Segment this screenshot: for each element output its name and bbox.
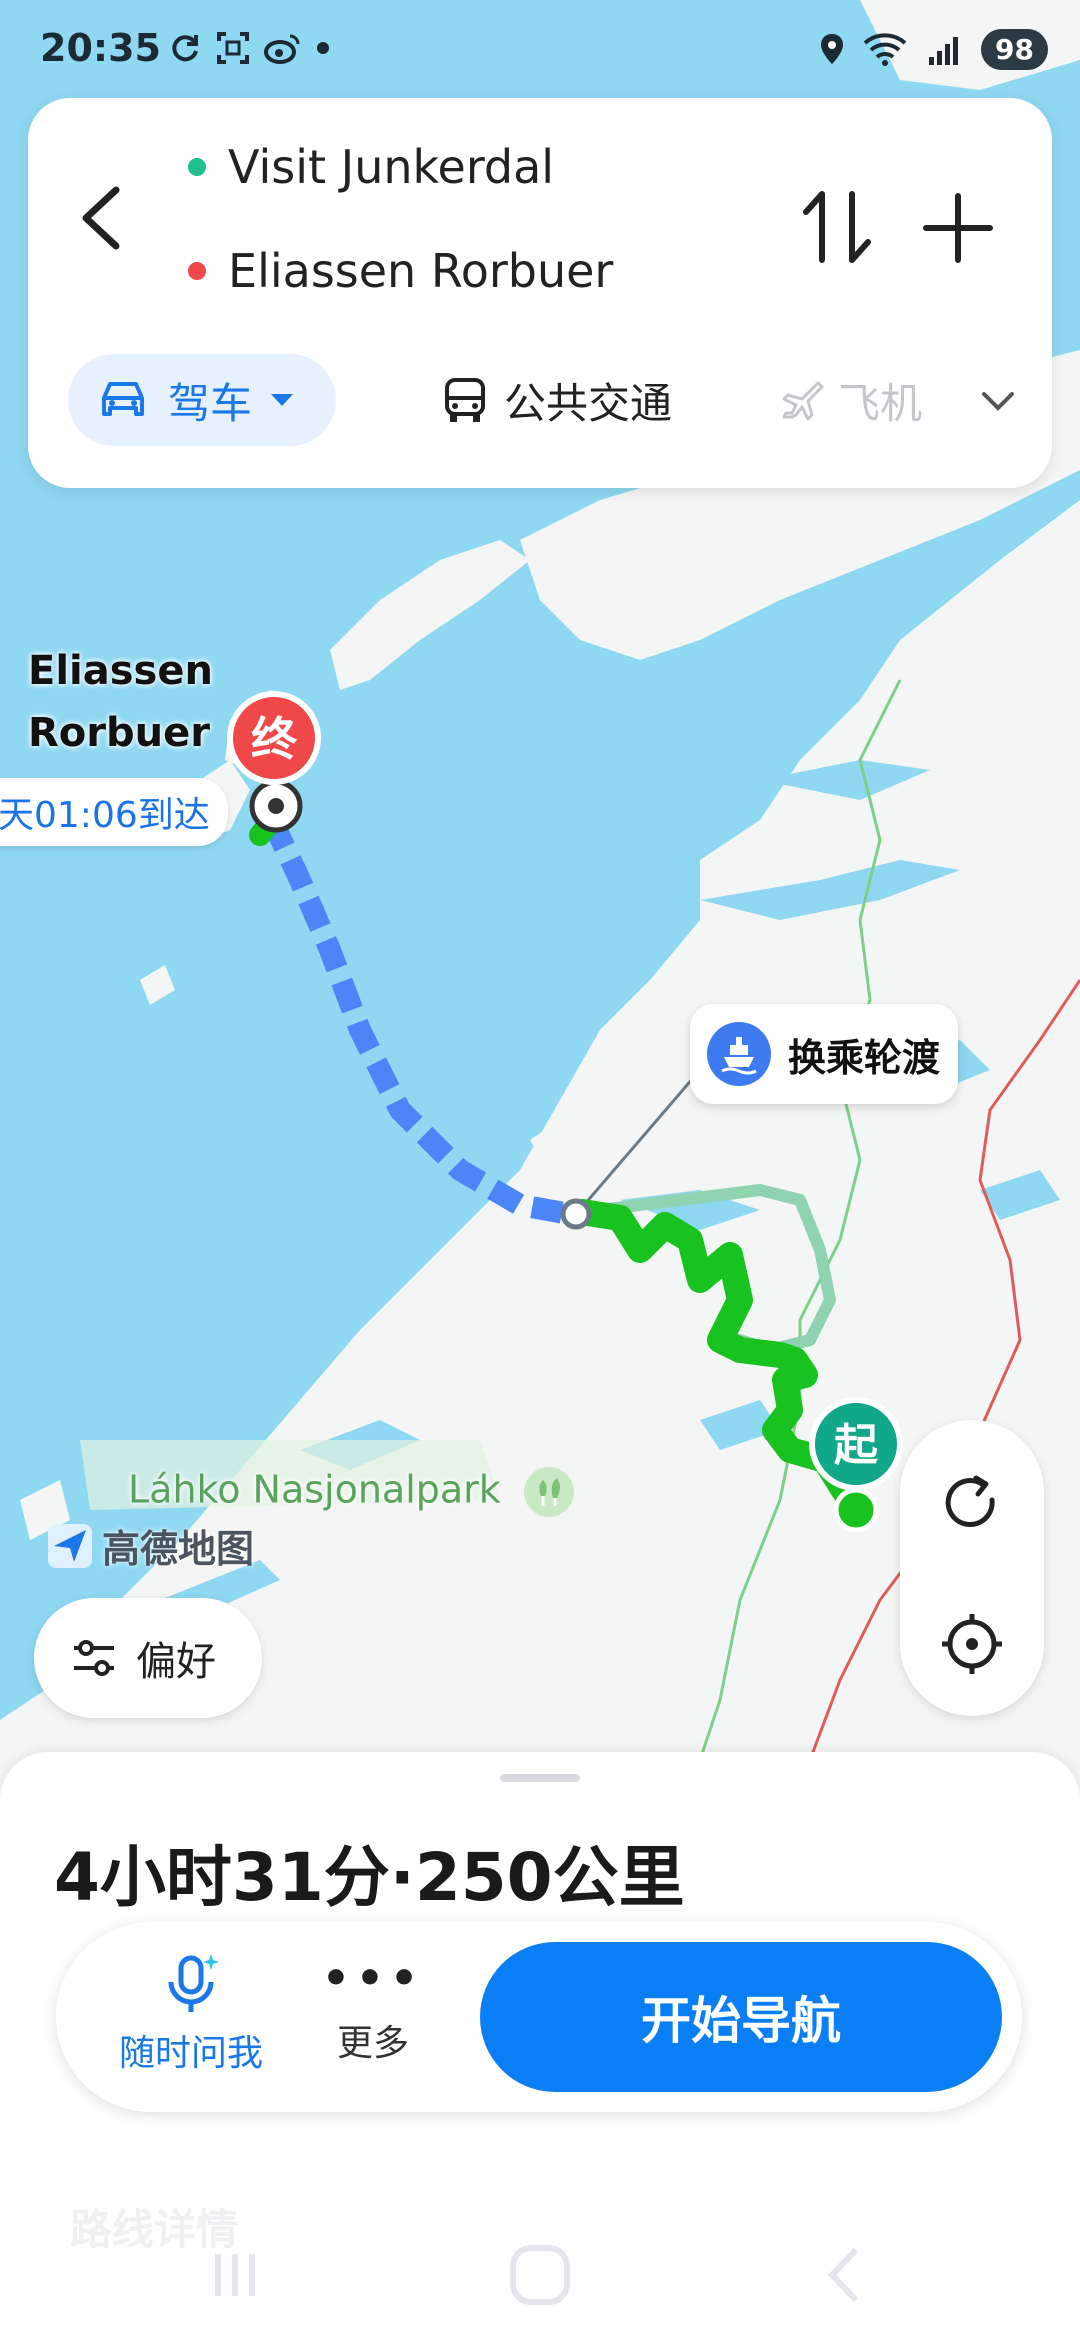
status-time: 20:35 (40, 26, 161, 70)
sync-icon (172, 35, 198, 62)
destination-dot-icon (188, 262, 206, 280)
ask-assistant-label: 随时问我 (118, 2033, 263, 2074)
add-waypoint-icon[interactable] (908, 178, 1008, 278)
eta-tag: 天01:06到达 (0, 778, 228, 846)
origin-field[interactable]: Visit Junkerdal (188, 140, 554, 194)
start-marker-base (833, 1487, 879, 1533)
destination-label: Eliassen Rorbuer (228, 244, 614, 298)
mode-plane-label: 飞机 (838, 378, 923, 428)
microphone-icon (168, 1954, 219, 2012)
preferences-label: 偏好 (136, 1639, 216, 1685)
sheet-drag-handle[interactable] (500, 1774, 580, 1782)
ask-assistant-button[interactable]: 随时问我 (106, 1952, 276, 2092)
destination-field[interactable]: Eliassen Rorbuer (188, 244, 613, 298)
system-nav-bar (0, 2200, 1080, 2340)
tree-icon (523, 1467, 574, 1517)
dot-icon (317, 42, 329, 54)
back-nav-icon[interactable] (810, 2240, 880, 2310)
signal-5g-icon (929, 37, 959, 65)
preferences-button[interactable]: 偏好 (34, 1598, 262, 1718)
end-marker-text: 终 (251, 712, 298, 766)
location-icon (821, 34, 844, 64)
status-app-icons (168, 28, 330, 68)
car-icon (102, 382, 144, 416)
brand-logo: 高德地图 (46, 1518, 254, 1573)
recents-icon[interactable] (200, 2240, 270, 2310)
mode-transit-tab[interactable]: 公共交通 (442, 354, 672, 446)
ferry-tip-label: 换乘轮渡 (788, 1035, 941, 1080)
route-summary: 4小时31分·250公里 (54, 1839, 685, 1916)
more-label: 更多 (336, 2023, 409, 2064)
map-destination-label: Eliassen Rorbuer (28, 648, 213, 756)
mode-plane-tab[interactable]: 飞机 (778, 354, 922, 446)
ferry-transfer-tip[interactable]: 换乘轮渡 (690, 1004, 958, 1104)
sliders-icon (74, 1640, 114, 1676)
mode-transit-label: 公共交通 (504, 378, 673, 428)
ferry-icon (707, 1022, 771, 1086)
weibo-icon (264, 34, 300, 64)
refresh-icon[interactable] (938, 1470, 1006, 1538)
swap-icon[interactable] (792, 182, 882, 272)
start-navigation-button[interactable]: 开始导航 (480, 1942, 1002, 2092)
scan-icon (217, 32, 249, 64)
route-card: Visit Junkerdal Eliassen Rorbuer 驾车 公共交通… (28, 98, 1052, 488)
status-bar: 20:35 98 (0, 0, 1080, 100)
map-side-controls (900, 1420, 1044, 1716)
home-icon[interactable] (505, 2240, 575, 2310)
chevron-down-icon (982, 392, 1014, 411)
start-marker-text: 起 (834, 1420, 879, 1471)
amap-logo-icon (48, 1523, 92, 1568)
more-button[interactable]: ••• 更多 (318, 1952, 428, 2092)
plane-icon (782, 381, 824, 421)
action-bar: 随时问我 ••• 更多 开始导航 (56, 1922, 1022, 2112)
locate-icon[interactable] (938, 1610, 1006, 1678)
transport-mode-row: 驾车 公共交通 飞机 (68, 350, 1028, 446)
mode-drive-label: 驾车 (168, 378, 253, 428)
status-system-icons: 98 (819, 26, 1048, 72)
bus-icon (445, 378, 485, 422)
wifi-icon (863, 33, 907, 66)
ferry-transfer-node (560, 1198, 592, 1230)
more-dots-icon: ••• (321, 1953, 425, 2004)
caret-down-icon (271, 394, 294, 406)
origin-dot-icon (188, 158, 206, 176)
mode-drive-tab[interactable]: 驾车 (68, 354, 336, 446)
battery-level: 98 (981, 28, 1048, 70)
back-button[interactable] (66, 168, 136, 268)
origin-label: Visit Junkerdal (228, 140, 555, 194)
park-label: Láhko Nasjonalpark (128, 1466, 575, 1518)
mode-more-button[interactable] (978, 354, 1018, 446)
